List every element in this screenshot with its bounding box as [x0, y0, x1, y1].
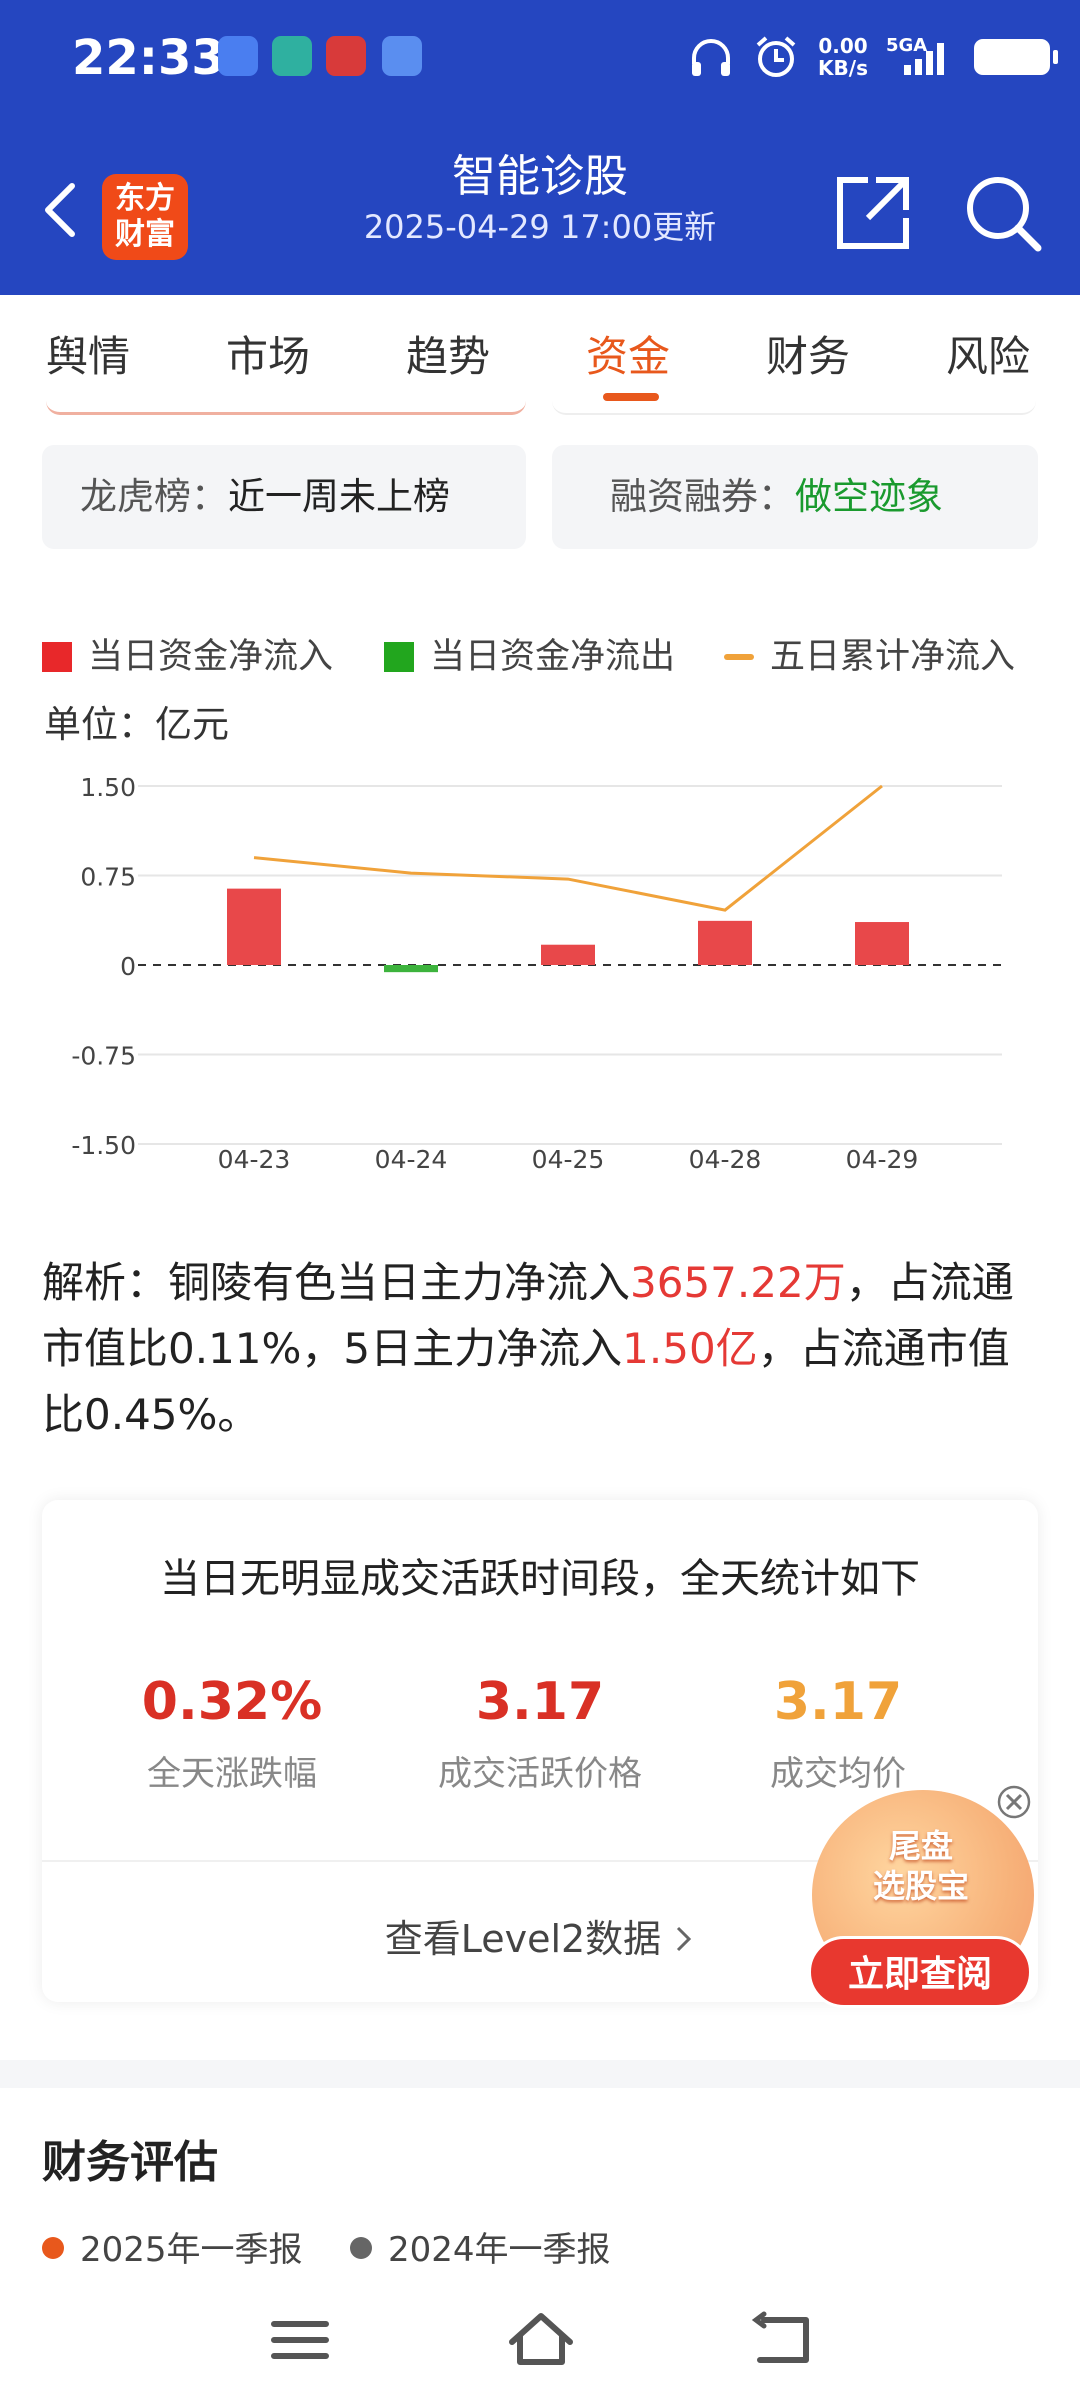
x-tick-label: 04-28	[689, 1145, 762, 1174]
update-time: 2025-04-29 17:00更新	[363, 208, 717, 246]
notification-icon-1	[218, 36, 258, 76]
legend-inflow: 当日资金净流入	[42, 628, 333, 679]
ad-button[interactable]: 立即查阅	[808, 1936, 1032, 2008]
tab-funds[interactable]: 资金	[586, 323, 670, 384]
bar	[698, 920, 752, 965]
legend-cumulative: 五日累计净流入	[724, 628, 1015, 679]
headphone-icon	[692, 39, 731, 76]
x-tick-label: 04-25	[532, 1145, 605, 1174]
chevron-right-icon	[677, 1926, 692, 1952]
bar	[541, 944, 595, 965]
menu-icon[interactable]	[270, 2310, 330, 2370]
alarm-icon	[756, 36, 796, 77]
stat-avg-price: 3.17 成交均价	[770, 1672, 906, 1794]
cumulative-line	[253, 784, 883, 912]
margin-trading-info: 融资融券：做空迹象	[552, 445, 1038, 549]
daily-inflow-value: 3657.22万	[630, 1258, 846, 1307]
close-icon[interactable]	[996, 1784, 1032, 1820]
search-icon[interactable]	[962, 172, 1044, 254]
fund-flow-chart: 1.50 0.75 0 -0.75 -1.50 04-23 04-24 04-25 04-28 0…	[71, 773, 1002, 1174]
section-divider	[0, 2060, 1080, 2088]
tab-trend[interactable]: 趋势	[406, 323, 490, 384]
share-icon[interactable]	[832, 172, 914, 254]
finance-section-title: 财务评估	[42, 2137, 218, 2188]
battery-icon	[974, 39, 1058, 75]
stat-active-price: 3.17 成交活跃价格	[438, 1672, 642, 1794]
notification-icon-4	[382, 36, 422, 76]
tab-risk[interactable]: 风险	[946, 323, 1030, 384]
five-day-inflow-value: 1.50亿	[622, 1324, 758, 1373]
x-tick-label: 04-29	[846, 1145, 919, 1174]
previous-card-edge	[46, 395, 526, 415]
status-bar: 22:33 0.00 KB/s 5GA	[0, 0, 1080, 110]
legend-2024-q1: 2024年一季报	[350, 2222, 611, 2271]
unit-label: 单位：亿元	[44, 703, 229, 746]
legend-2025-q1: 2025年一季报	[42, 2222, 303, 2271]
tab-market[interactable]: 市场	[226, 323, 310, 384]
tab-finance[interactable]: 财务	[766, 323, 850, 384]
bar	[855, 922, 909, 965]
ad-title: 尾盘 选股宝	[872, 1827, 969, 1905]
back-icon[interactable]	[750, 2310, 814, 2370]
signal-icon: 5GA	[886, 35, 956, 79]
x-tick-label: 04-23	[218, 1145, 291, 1174]
legend-outflow: 当日资金净流出	[384, 628, 675, 679]
previous-card-edge	[552, 395, 1036, 415]
y-tick-label: 0.75	[80, 863, 136, 892]
summary-card-title: 当日无明显成交活跃时间段，全天统计如下	[160, 1556, 920, 1602]
network-speed: 0.00 KB/s	[818, 34, 868, 80]
x-tick-label: 04-24	[375, 1145, 448, 1174]
category-tabs: 舆情 市场 趋势 资金 财务 风险	[0, 295, 1080, 405]
y-tick-label: 0	[120, 952, 136, 981]
y-tick-label: 1.50	[80, 773, 136, 802]
notification-icon-3	[326, 36, 366, 76]
home-icon[interactable]	[506, 2310, 576, 2370]
stat-change: 0.32% 全天涨跌幅	[141, 1672, 323, 1794]
y-tick-label: -0.75	[71, 1042, 136, 1071]
notification-icon-2	[272, 36, 312, 76]
page-title: 智能诊股	[452, 151, 628, 202]
analysis-text: 解析：铜陵有色当日主力净流入3657.22万，占流通市值比0.11%，5日主力净…	[42, 1258, 1014, 1439]
bar	[227, 888, 281, 965]
y-tick-label: -1.50	[71, 1131, 136, 1160]
dragon-tiger-list-info: 龙虎榜：近一周未上榜	[42, 445, 526, 549]
system-nav-bar	[0, 2280, 1080, 2400]
app-header: 22:33 0.00 KB/s 5GA 东方 财富 智能诊股 2025-04-2…	[0, 0, 1080, 295]
tab-sentiment[interactable]: 舆情	[46, 323, 130, 384]
status-time: 22:33	[72, 30, 225, 86]
bar	[384, 965, 438, 973]
